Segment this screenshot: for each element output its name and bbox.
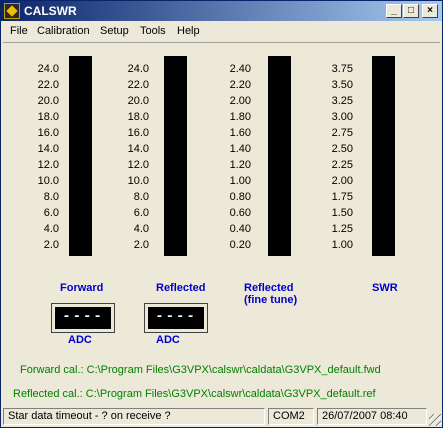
app-icon[interactable] [4,3,20,19]
calswr-window: CALSWR _ □ × File Calibration Setup Tool… [0,0,443,428]
reflected-fine-scale: 2.40 2.20 2.00 1.80 1.60 1.40 1.20 1.00 0.80… [229,63,251,251]
menu-bar: File Calibration Setup Tools Help [1,22,442,41]
status-datetime: 26/07/2007 08:40 [317,408,427,425]
menu-file[interactable]: File [10,25,28,37]
reflected-fine-label-line1: Reflected [244,282,294,294]
reflected-fine-label-line2: (fine tune) [244,294,298,306]
adc-readout-1: ---- [55,307,111,329]
menu-setup[interactable]: Setup [100,25,129,37]
minimize-button[interactable]: _ [386,4,402,18]
maximize-button[interactable]: □ [403,4,419,18]
menu-calibration[interactable]: Calibration [37,25,90,37]
meter-panel: 24.0 22.0 20.0 18.0 16.0 14.0 12.0 10.0 8.0 6… [3,42,440,401]
reflected-scale: 24.0 22.0 20.0 18.0 16.0 14.0 12.0 10.0 8.0 6… [127,63,149,251]
status-message: Star data timeout - ? on receive ? [3,408,265,425]
menu-help[interactable]: Help [177,25,200,37]
swr-label: SWR [372,282,398,294]
adc-label-2: ADC [156,334,180,346]
forward-cal-path: Forward cal.: C:\Program Files\G3VPX\cal… [20,364,381,376]
close-button[interactable]: × [422,4,438,18]
menu-tools[interactable]: Tools [140,25,166,37]
swr-bar [372,56,395,256]
forward-bar [69,56,92,256]
adc-readout-2: ---- [148,307,204,329]
title-bar[interactable]: CALSWR _ □ × [1,1,442,21]
resize-grip-icon[interactable] [429,414,441,426]
status-port: COM2 [268,408,314,425]
forward-scale: 24.0 22.0 20.0 18.0 16.0 14.0 12.0 10.0 8.0 6… [37,63,59,251]
adc-label-1: ADC [68,334,92,346]
swr-scale: 3.75 3.50 3.25 3.00 2.75 2.50 2.25 2.00 1.75… [331,63,353,251]
window-title: CALSWR [24,4,77,18]
reflected-cal-path: Reflected cal.: C:\Program Files\G3VPX\c… [13,388,376,400]
adc-display-2: ---- [144,303,208,333]
reflected-bar [164,56,187,256]
reflected-label: Reflected [156,282,206,294]
reflected-fine-label: Reflected (fine tune) [244,282,297,306]
forward-label: Forward [60,282,104,294]
reflected-fine-bar [268,56,291,256]
status-bar: Star data timeout - ? on receive ? COM2 … [1,406,442,427]
adc-display-1: ---- [51,303,115,333]
